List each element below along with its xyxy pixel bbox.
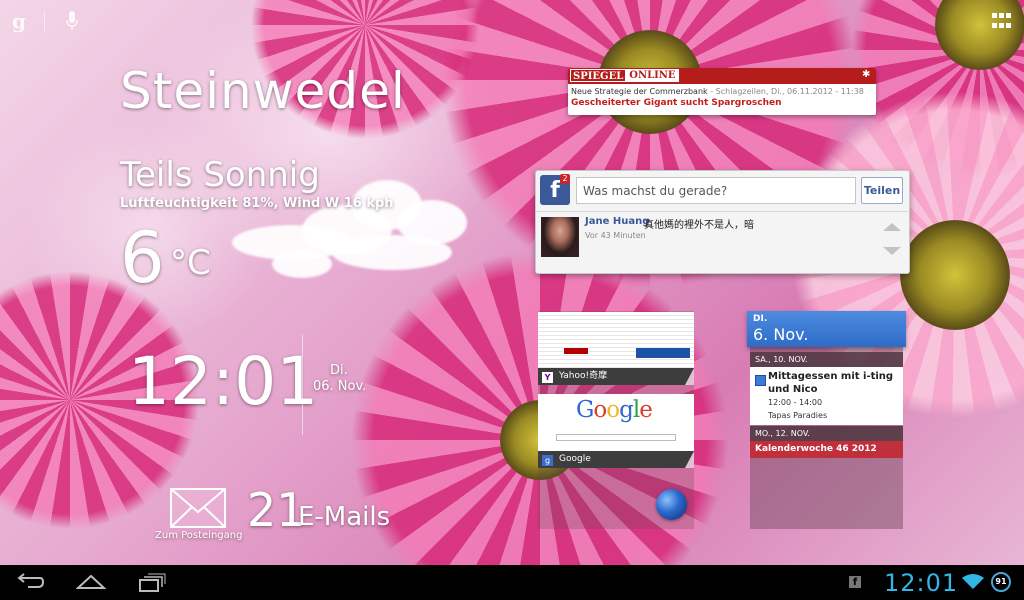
back-icon[interactable]: [16, 572, 44, 592]
envelope-icon[interactable]: [170, 488, 226, 528]
google-search-box: [556, 434, 676, 441]
settings-gear-icon[interactable]: ✱: [862, 70, 872, 80]
system-navigation-bar: f 12:01 91: [0, 565, 1024, 600]
weather-details: Luftfeuchtigkeit 81%, Wind W 16 kph: [120, 196, 394, 211]
notification-badge: 2: [560, 174, 570, 184]
weather-city[interactable]: Steinwedel: [120, 62, 406, 120]
wifi-icon[interactable]: [962, 574, 984, 590]
google-favicon-icon: g: [542, 455, 553, 466]
google-logo: Google: [576, 397, 653, 423]
inbox-link[interactable]: Zum Posteingang: [155, 530, 242, 541]
page-fold: [685, 451, 694, 468]
post-text[interactable]: 真他媽的裡外不是人，暗: [644, 216, 754, 231]
divider: [536, 211, 909, 212]
calendar-date: 6. Nov.: [753, 325, 809, 344]
status-input[interactable]: Was machst du gerade?: [576, 177, 856, 204]
app-drawer-icon[interactable]: [992, 13, 1012, 31]
spiegel-header: SPIEGEL ONLINE ✱: [568, 68, 876, 84]
event-title: Mittagessen mit i-ting und Nico: [768, 371, 894, 395]
share-button[interactable]: Teilen: [861, 177, 903, 204]
mail-label: E-Mails: [298, 502, 391, 532]
scroll-down-icon[interactable]: [883, 247, 901, 255]
bookmark-google[interactable]: Google g Google: [538, 394, 694, 468]
browser-globe-icon[interactable]: [656, 489, 687, 520]
microphone-icon[interactable]: [66, 11, 78, 31]
recent-apps-icon[interactable]: [138, 572, 166, 592]
spiegel-headline[interactable]: Gescheiterter Gigant sucht Spargroschen: [568, 96, 876, 110]
battery-icon[interactable]: 91: [991, 572, 1011, 592]
bookmark-yahoo[interactable]: Y Yahoo!奇摩: [538, 312, 694, 385]
spiegel-news-widget[interactable]: SPIEGEL ONLINE ✱ Neue Strategie der Comme…: [568, 68, 876, 115]
bookmark-label: g Google: [538, 451, 694, 468]
spiegel-logo: SPIEGEL ONLINE: [570, 69, 679, 82]
post-time: Vor 43 Minuten: [585, 231, 646, 240]
weather-unit: °C: [170, 243, 211, 283]
bookmark-label: Y Yahoo!奇摩: [538, 368, 694, 385]
clock-time[interactable]: 12:01: [128, 343, 318, 420]
calendar-day-header: MO., 12. NOV.: [750, 426, 903, 441]
clock-divider: [302, 335, 303, 435]
flower-center: [900, 220, 1010, 330]
calendar-event[interactable]: Mittagessen mit i-ting und Nico 12:00 - …: [750, 367, 903, 425]
clock-day: Di.: [330, 363, 348, 378]
mail-count[interactable]: 21: [247, 483, 306, 537]
status-clock[interactable]: 12:01: [884, 569, 958, 597]
post-author[interactable]: Jane Huang: [585, 216, 649, 227]
spiegel-meta: Neue Strategie der Commerzbank - Schlagz…: [571, 87, 864, 96]
facebook-widget: f 2 Was machst du gerade? Teilen Jane Hu…: [535, 170, 910, 274]
bookmark-thumbnail: [538, 312, 694, 368]
calendar-weekday: DI.: [753, 314, 768, 324]
scroll-up-icon[interactable]: [883, 223, 901, 231]
google-search-icon[interactable]: g: [12, 9, 26, 33]
facebook-notification-icon[interactable]: f: [849, 576, 861, 588]
home-icon[interactable]: [76, 572, 106, 592]
search-divider: [44, 12, 45, 32]
calendar-day-header: SA., 10. NOV.: [750, 352, 903, 367]
page-fold: [685, 368, 694, 385]
avatar[interactable]: [541, 217, 579, 257]
event-time: 12:00 - 14:00: [768, 398, 823, 407]
event-location: Tapas Paradies: [768, 411, 828, 420]
weather-condition: Teils Sonnig: [120, 155, 320, 195]
yahoo-favicon-icon: Y: [542, 372, 553, 383]
clock-date: 06. Nov.: [313, 379, 367, 394]
calendar-week-event[interactable]: Kalenderwoche 46 2012: [750, 441, 903, 458]
calendar-header[interactable]: DI. 6. Nov.: [747, 311, 906, 347]
weather-temperature: 6: [120, 217, 165, 299]
event-color-icon: [755, 375, 766, 386]
